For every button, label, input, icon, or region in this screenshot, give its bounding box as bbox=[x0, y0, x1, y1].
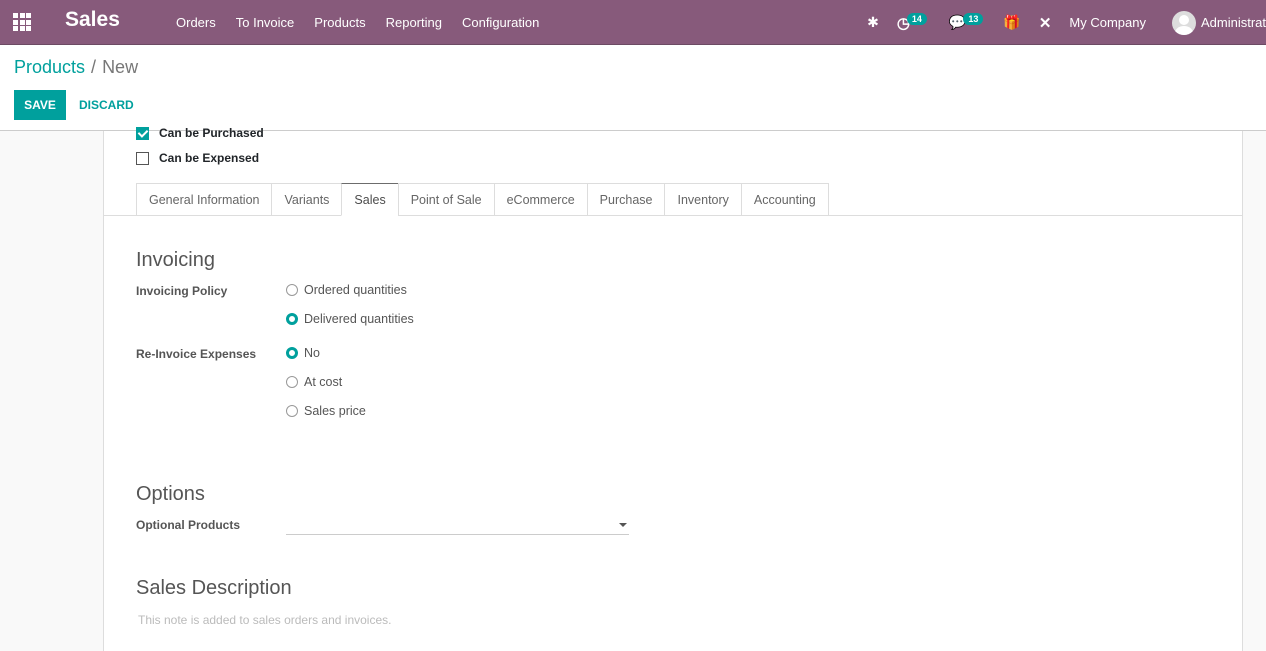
menu-products[interactable]: Products bbox=[304, 15, 375, 30]
tab-sales[interactable]: Sales bbox=[341, 183, 398, 216]
reinvoice-expenses-label: Re-Invoice Expenses bbox=[136, 347, 257, 361]
radio-unselected-icon[interactable] bbox=[286, 376, 298, 388]
breadcrumb-separator: / bbox=[91, 57, 97, 77]
radio-selected-icon[interactable] bbox=[286, 347, 298, 359]
sales-description-heading: Sales Description bbox=[136, 577, 292, 599]
menu-to-invoice[interactable]: To Invoice bbox=[226, 15, 305, 30]
checkbox-label: Can be Purchased bbox=[159, 126, 264, 140]
optional-products-input[interactable] bbox=[286, 517, 629, 535]
checkbox-checked-icon[interactable] bbox=[136, 126, 149, 140]
avatar bbox=[1171, 10, 1196, 35]
radio-label: At cost bbox=[304, 375, 343, 389]
checkbox-unchecked-icon[interactable] bbox=[136, 151, 149, 165]
caret-down-icon[interactable] bbox=[619, 523, 627, 527]
radio-at-cost[interactable]: At cost bbox=[286, 375, 342, 389]
radio-sales-price[interactable]: Sales price bbox=[286, 404, 366, 418]
systray: ✱ ◷ 14 💬 13 🎁 ✕ My Company Administrat bbox=[867, 0, 1266, 45]
tab-variants[interactable]: Variants bbox=[271, 183, 342, 216]
menu-reporting[interactable]: Reporting bbox=[376, 15, 452, 30]
debug-bug-icon[interactable]: ✱ bbox=[867, 14, 879, 31]
discard-button[interactable]: DISCARD bbox=[79, 90, 134, 120]
messages-button[interactable]: 💬 13 bbox=[949, 12, 984, 31]
tab-ecommerce[interactable]: eCommerce bbox=[493, 183, 587, 216]
radio-delivered-quantities[interactable]: Delivered quantities bbox=[286, 312, 414, 326]
radio-selected-icon[interactable] bbox=[286, 313, 298, 325]
invoicing-policy-label: Invoicing Policy bbox=[136, 284, 228, 298]
radio-ordered-quantities[interactable]: Ordered quantities bbox=[286, 283, 407, 297]
tab-inventory[interactable]: Inventory bbox=[664, 183, 741, 216]
apps-menu-icon[interactable] bbox=[13, 13, 31, 31]
tools-icon[interactable]: ✕ bbox=[1039, 14, 1052, 32]
app-name[interactable]: Sales bbox=[65, 8, 120, 32]
tab-general-information[interactable]: General Information bbox=[136, 183, 272, 216]
radio-label: Ordered quantities bbox=[304, 283, 407, 297]
notebook-tabs: General Information Variants Sales Point… bbox=[136, 183, 829, 216]
activity-count-badge: 14 bbox=[906, 12, 927, 25]
optional-products-label: Optional Products bbox=[136, 518, 241, 532]
tab-purchase[interactable]: Purchase bbox=[586, 183, 665, 216]
radio-unselected-icon[interactable] bbox=[286, 405, 298, 417]
sales-description-input[interactable]: This note is added to sales orders and i… bbox=[138, 613, 391, 627]
top-navbar: Sales Orders To Invoice Products Reporti… bbox=[0, 0, 1266, 45]
user-name: Administrat bbox=[1200, 15, 1266, 30]
checkbox-label: Can be Expensed bbox=[159, 151, 260, 165]
radio-label: Delivered quantities bbox=[304, 312, 414, 326]
form-sheet: Can be Purchased Can be Expensed General… bbox=[103, 126, 1243, 651]
user-menu[interactable]: Administrat bbox=[1171, 10, 1266, 35]
company-switcher[interactable]: My Company bbox=[1069, 15, 1146, 30]
can-be-purchased-checkbox[interactable]: Can be Purchased bbox=[136, 126, 264, 140]
breadcrumb-current: New bbox=[102, 57, 139, 77]
breadcrumb: Products / New bbox=[14, 57, 138, 78]
main-menu: Orders To Invoice Products Reporting Con… bbox=[166, 0, 549, 45]
can-be-expensed-checkbox[interactable]: Can be Expensed bbox=[136, 151, 259, 165]
menu-configuration[interactable]: Configuration bbox=[452, 15, 549, 30]
tab-accounting[interactable]: Accounting bbox=[740, 183, 829, 216]
menu-orders[interactable]: Orders bbox=[166, 15, 226, 30]
control-panel: Products / New SAVE DISCARD bbox=[0, 45, 1266, 131]
radio-unselected-icon[interactable] bbox=[286, 284, 298, 296]
radio-label: No bbox=[304, 346, 320, 360]
options-heading: Options bbox=[136, 483, 205, 505]
activity-button[interactable]: ◷ 14 bbox=[897, 12, 927, 32]
invoicing-heading: Invoicing bbox=[136, 249, 215, 271]
save-button[interactable]: SAVE bbox=[14, 90, 66, 120]
message-count-badge: 13 bbox=[963, 12, 984, 25]
tab-point-of-sale[interactable]: Point of Sale bbox=[397, 183, 494, 216]
gift-icon[interactable]: 🎁 bbox=[1003, 14, 1020, 31]
breadcrumb-products[interactable]: Products bbox=[14, 57, 85, 77]
radio-label: Sales price bbox=[304, 404, 366, 418]
radio-no[interactable]: No bbox=[286, 346, 320, 360]
